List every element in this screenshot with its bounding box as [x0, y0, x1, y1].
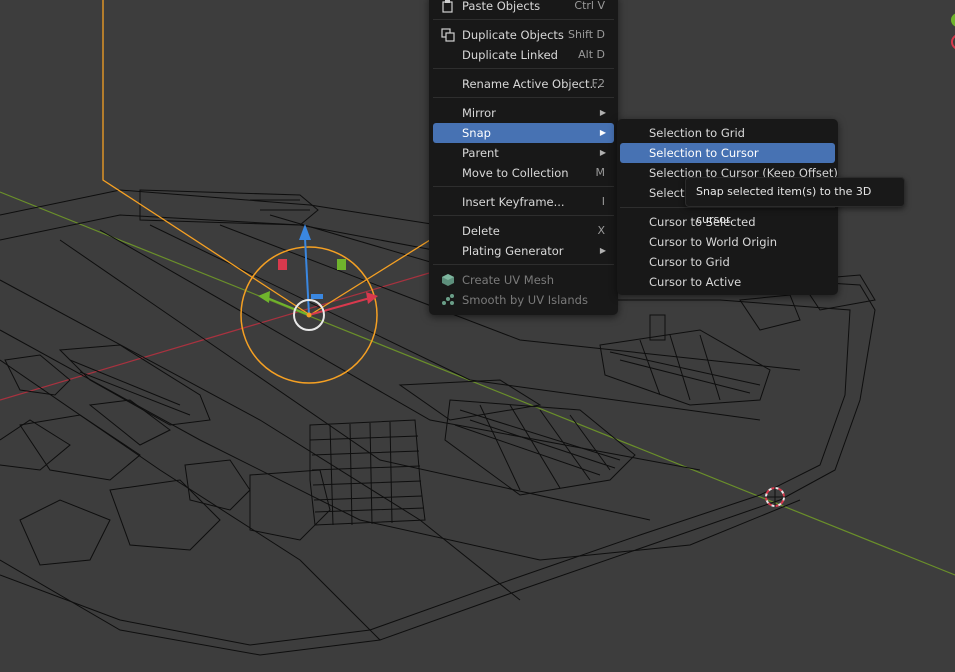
menu-separator	[433, 68, 614, 69]
menu-item-shortcut: X	[597, 224, 605, 237]
menu-item-label: Insert Keyframe...	[462, 195, 565, 209]
menu-item-shortcut: Alt D	[578, 48, 605, 61]
menu-item-label: Selection to Grid	[649, 126, 745, 140]
menu-item-rename-active-object[interactable]: Rename Active Object... F2	[433, 74, 614, 94]
menu-item-label: Rename Active Object...	[462, 77, 601, 91]
submenu-arrow-icon: ▶	[599, 246, 606, 255]
menu-item-label: Move to Collection	[462, 166, 569, 180]
menu-separator	[433, 186, 614, 187]
transform-gizmo[interactable]	[240, 224, 378, 384]
menu-item-label: Snap	[462, 126, 491, 140]
menu-item-shortcut: M	[595, 166, 606, 179]
paste-icon	[441, 0, 455, 13]
menu-item-label: Selection to Cursor	[649, 146, 759, 160]
menu-item-shortcut: I	[601, 195, 605, 208]
menu-item-label: Smooth by UV Islands	[462, 293, 588, 307]
menu-item-shortcut: F2	[591, 77, 605, 90]
uv-mesh-icon	[441, 273, 455, 287]
duplicate-icon	[441, 28, 455, 42]
menu-item-shortcut: Ctrl V	[574, 0, 605, 12]
menu-item-plating-generator[interactable]: Plating Generator ▶	[433, 241, 614, 261]
y-arrow-head[interactable]	[258, 291, 270, 303]
menu-separator	[433, 97, 614, 98]
menu-item-cursor-to-world-origin[interactable]: Cursor to World Origin	[620, 232, 835, 252]
menu-separator	[433, 19, 614, 20]
object-context-menu: Paste Objects Ctrl V Duplicate Objects S…	[429, 0, 618, 315]
menu-item-insert-keyframe[interactable]: Insert Keyframe... I	[433, 192, 614, 212]
menu-item-cursor-to-active[interactable]: Cursor to Active	[620, 272, 835, 292]
xz-plane-handle[interactable]	[278, 259, 287, 270]
menu-item-selection-to-grid[interactable]: Selection to Grid	[620, 123, 835, 143]
menu-item-label: Delete	[462, 224, 500, 238]
menu-item-label: Paste Objects	[462, 0, 541, 13]
menu-separator	[433, 215, 614, 216]
yz-plane-handle[interactable]	[337, 259, 346, 270]
menu-item-duplicate-objects[interactable]: Duplicate Objects Shift D	[433, 25, 614, 45]
tooltip: Snap selected item(s) to the 3D cursor.	[685, 177, 905, 226]
menu-item-snap[interactable]: Snap ▶	[433, 123, 614, 143]
menu-item-paste-objects[interactable]: Paste Objects Ctrl V	[433, 0, 614, 16]
menu-item-label: Cursor to Grid	[649, 255, 730, 269]
menu-item-label: Cursor to World Origin	[649, 235, 778, 249]
menu-item-shortcut: Shift D	[568, 28, 605, 41]
menu-item-selection-to-cursor[interactable]: Selection to Cursor	[620, 143, 835, 163]
menu-item-label: Duplicate Linked	[462, 48, 558, 62]
menu-item-delete[interactable]: Delete X	[433, 221, 614, 241]
xy-plane-handle[interactable]	[311, 294, 323, 299]
menu-item-label: Cursor to Active	[649, 275, 742, 289]
menu-item-label: Plating Generator	[462, 244, 564, 258]
uv-islands-icon	[441, 293, 455, 307]
menu-item-parent[interactable]: Parent ▶	[433, 143, 614, 163]
submenu-arrow-icon: ▶	[599, 108, 606, 117]
menu-item-label: Parent	[462, 146, 499, 160]
submenu-arrow-icon: ▶	[599, 128, 606, 137]
origin-point	[306, 312, 312, 318]
x-axis-line	[0, 257, 481, 401]
menu-item-label: Duplicate Objects	[462, 28, 564, 42]
menu-item-move-to-collection[interactable]: Move to Collection M	[433, 163, 614, 183]
menu-separator	[433, 264, 614, 265]
menu-item-smooth-by-uv-islands: Smooth by UV Islands	[433, 290, 614, 310]
menu-item-duplicate-linked[interactable]: Duplicate Linked Alt D	[433, 45, 614, 65]
menu-item-create-uv-mesh: Create UV Mesh	[433, 270, 614, 290]
z-axis-arrow[interactable]	[304, 237, 310, 316]
3d-cursor[interactable]	[765, 487, 785, 507]
menu-item-cursor-to-grid[interactable]: Cursor to Grid	[620, 252, 835, 272]
submenu-arrow-icon: ▶	[599, 148, 606, 157]
menu-item-label: Mirror	[462, 106, 496, 120]
menu-item-label: Create UV Mesh	[462, 273, 555, 287]
menu-item-mirror[interactable]: Mirror ▶	[433, 103, 614, 123]
nav-gizmo-y[interactable]	[951, 13, 955, 27]
